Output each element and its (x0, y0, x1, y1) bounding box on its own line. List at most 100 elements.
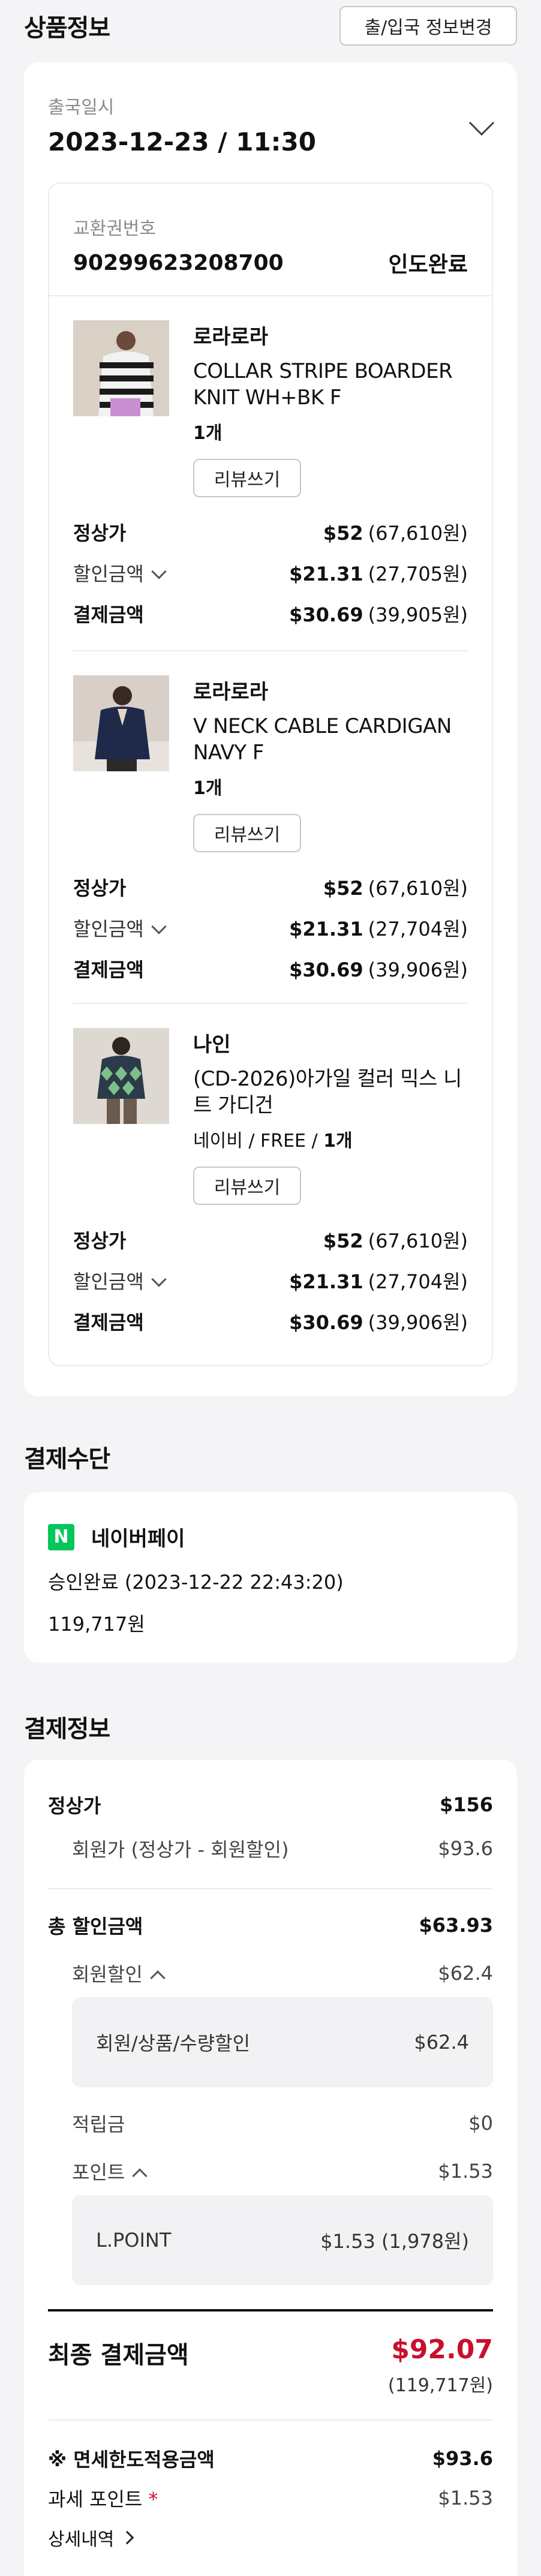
member-discount-detail-value: $62.4 (414, 2031, 469, 2054)
product-option: 네이비 / FREE / 1개 (193, 1126, 468, 1152)
voucher-box: 교환권번호 90299623208700 인도완료 로라로라 COLLAR ST… (48, 182, 493, 1366)
product-thumbnail[interactable] (73, 1028, 169, 1124)
discount-row[interactable]: 할인금액 $21.31 (27,705원) (73, 552, 468, 593)
pay-amount-krw: (39,906원) (368, 1311, 468, 1334)
chevron-down-icon[interactable] (151, 564, 167, 579)
chevron-down-icon[interactable] (151, 919, 167, 934)
discount-row[interactable]: 할인금액 $21.31 (27,704원) (73, 1260, 468, 1301)
member-discount-detail-label: 회원/상품/수량할인 (96, 2032, 251, 2055)
product-option-text: 네이비 / FREE / (193, 1131, 324, 1152)
member-discount-detail-box: 회원/상품/수량할인 $62.4 (72, 1997, 493, 2087)
pay-amount-krw: (39,906원) (368, 958, 468, 981)
reserve-row: 적립금 $0 (48, 2099, 493, 2147)
discount-krw: (27,704원) (368, 1270, 468, 1293)
lpoint-label: L.POINT (96, 2229, 172, 2252)
point-toggle[interactable]: 포인트 (72, 2157, 148, 2185)
discount-usd: $21.31 (289, 563, 363, 585)
member-discount-row[interactable]: 회원할인 $62.4 (48, 1949, 493, 1997)
member-discount-value: $62.4 (438, 1962, 493, 1985)
pay-amount-usd: $30.69 (289, 958, 363, 981)
dutyfree-label: ※ 면세한도적용금액 (48, 2448, 215, 2471)
pay-amount-row: 결제금액 $30.69 (39,905원) (73, 593, 468, 634)
detail-link[interactable]: 상세내역 (48, 2518, 493, 2557)
total-discount-label: 총 할인금액 (48, 1915, 143, 1938)
discount-label-wrap[interactable]: 할인금액 (73, 1267, 167, 1294)
lpoint-value: $1.53 (1,978원) (320, 2230, 469, 2253)
discount-krw: (27,705원) (368, 563, 468, 585)
write-review-button[interactable]: 리뷰쓰기 (193, 459, 301, 497)
member-discount-label: 회원할인 (72, 1963, 143, 1986)
regular-price-label: 정상가 (73, 1230, 127, 1252)
product-thumbnail[interactable] (73, 320, 169, 416)
voucher-header: 교환권번호 90299623208700 인도완료 (49, 184, 492, 295)
member-discount-toggle[interactable]: 회원할인 (72, 1959, 166, 1987)
regular-total-value: $156 (439, 1793, 493, 1816)
regular-price-row: 정상가 $52 (67,610원) (73, 512, 468, 552)
pay-amount-label: 결제금액 (73, 958, 144, 981)
final-amount-value: $92.07 (391, 2334, 493, 2365)
payment-info-card: 정상가 $156 회원가 (정상가 - 회원할인) $93.6 총 할인금액 $… (24, 1760, 517, 2576)
product-qty: 1개 (323, 1131, 353, 1152)
taxed-point-row: 과세 포인트 * $1.53 (48, 2478, 493, 2518)
product-name[interactable]: (CD-2026)아가일 컬러 믹스 니트 가디건 (193, 1066, 468, 1119)
pay-amount-row: 결제금액 $30.69 (39,906원) (73, 948, 468, 989)
pay-amount-row: 결제금액 $30.69 (39,906원) (73, 1301, 468, 1342)
payment-method-title: 결제수단 (24, 1445, 110, 1473)
final-amount-krw: (119,717원) (387, 2375, 493, 2396)
taxed-point-value: $1.53 (438, 2487, 493, 2509)
departure-datetime-row[interactable]: 출국일시 2023-12-23 / 11:30 (48, 92, 495, 164)
point-value: $1.53 (438, 2160, 493, 2183)
reserve-label: 적립금 (72, 2113, 125, 2136)
discount-label: 할인금액 (73, 563, 144, 585)
product-info-card: 출국일시 2023-12-23 / 11:30 교환권번호 9029962320… (24, 62, 517, 1396)
pay-amount-label: 결제금액 (73, 1311, 144, 1334)
voucher-status: 인도완료 (388, 253, 468, 277)
lpoint-detail-box: L.POINT $1.53 (1,978원) (72, 2195, 493, 2285)
regular-price-label: 정상가 (73, 877, 127, 900)
chevron-up-icon[interactable] (132, 2168, 148, 2184)
point-label: 포인트 (72, 2161, 125, 2184)
product-item: 로라로라 V NECK CABLE CARDIGAN NAVY F 1개 리뷰쓰… (49, 651, 492, 1003)
write-review-button[interactable]: 리뷰쓰기 (193, 1167, 301, 1205)
discount-label-wrap[interactable]: 할인금액 (73, 914, 167, 942)
pay-amount-usd: $30.69 (289, 1311, 363, 1334)
voucher-number: 90299623208700 (73, 250, 284, 275)
departure-label: 출국일시 (48, 97, 115, 118)
payment-approval: 승인완료 (2023-12-22 22:43:20) (48, 1571, 344, 1594)
discount-label: 할인금액 (73, 1270, 144, 1293)
point-row[interactable]: 포인트 $1.53 (48, 2147, 493, 2195)
departure-datetime: 2023-12-23 / 11:30 (48, 127, 316, 157)
write-review-button[interactable]: 리뷰쓰기 (193, 814, 301, 852)
dutyfree-value: $93.6 (432, 2447, 493, 2470)
final-amount-section: 최종 결제금액 $92.07 (119,717원) (48, 2312, 493, 2419)
regular-price-krw: (67,610원) (368, 877, 468, 900)
discount-usd: $21.31 (289, 1270, 363, 1293)
chevron-up-icon[interactable] (150, 1970, 166, 1986)
pay-amount-usd: $30.69 (289, 603, 363, 626)
payment-method-card: N 네이버페이 승인완료 (2023-12-22 22:43:20) 119,7… (24, 1492, 517, 1663)
discount-krw: (27,704원) (368, 918, 468, 940)
total-discount-value: $63.93 (419, 1914, 493, 1937)
dutyfree-row: ※ 면세한도적용금액 $93.6 (48, 2439, 493, 2478)
total-discount-row: 총 할인금액 $63.93 (48, 1901, 493, 1949)
discount-label-wrap[interactable]: 할인금액 (73, 559, 167, 587)
chevron-down-icon[interactable] (151, 1272, 167, 1287)
reserve-value: $0 (468, 2112, 493, 2135)
naver-pay-logo: N (48, 1523, 74, 1550)
divider (48, 2419, 493, 2421)
change-departure-info-button[interactable]: 출/입국 정보변경 (339, 6, 517, 46)
product-thumbnail[interactable] (73, 675, 169, 771)
product-name[interactable]: V NECK CABLE CARDIGAN NAVY F (193, 713, 468, 766)
chevron-right-icon (121, 2530, 134, 2545)
regular-price-usd: $52 (323, 877, 363, 900)
member-price-label: 회원가 (정상가 - 회원할인) (72, 1838, 289, 1861)
product-info-header: 상품정보 출/입국 정보변경 (0, 6, 541, 46)
regular-price-usd: $52 (323, 1230, 363, 1252)
regular-price-row: 정상가 $52 (67,610원) (73, 1219, 468, 1260)
product-qty: 1개 (193, 423, 223, 444)
product-brand: 나인 (193, 1033, 231, 1057)
regular-total-row: 정상가 $156 (48, 1784, 493, 1826)
product-name[interactable]: COLLAR STRIPE BOARDER KNIT WH+BK F (193, 358, 468, 411)
final-amount-label: 최종 결제금액 (48, 2341, 189, 2369)
discount-row[interactable]: 할인금액 $21.31 (27,704원) (73, 907, 468, 948)
